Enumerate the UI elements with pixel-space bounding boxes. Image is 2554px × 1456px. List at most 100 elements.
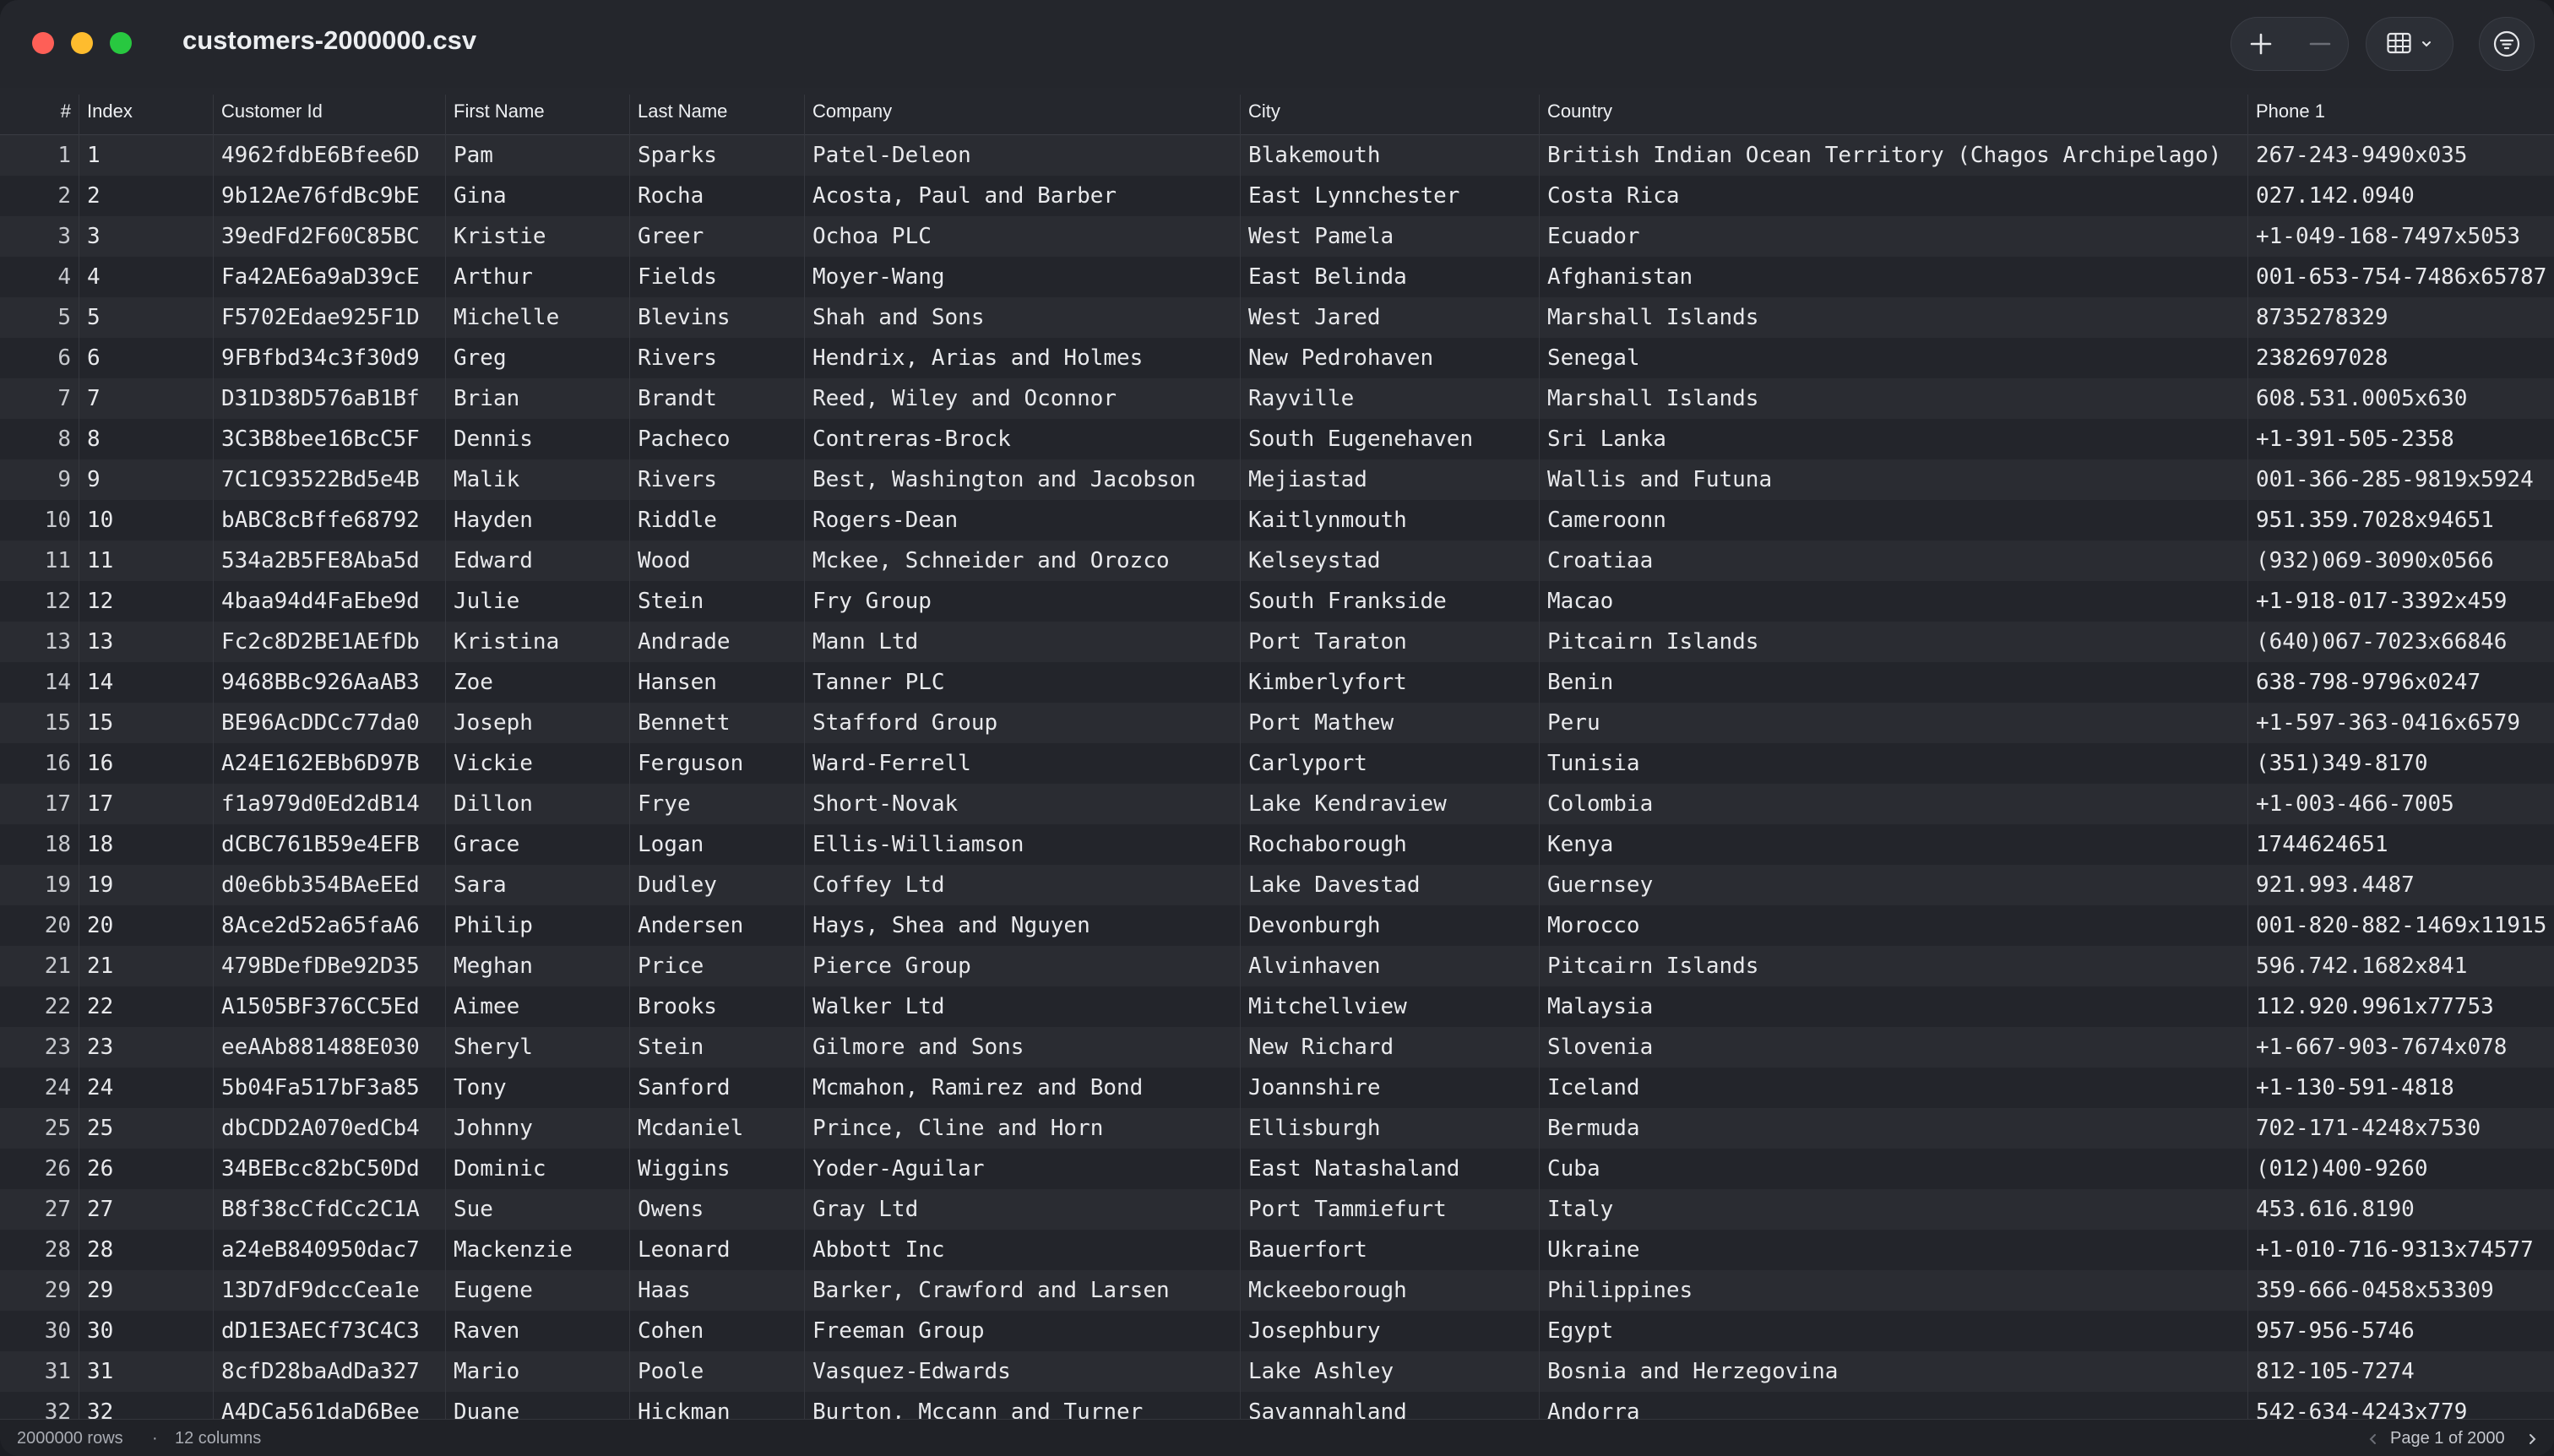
customer-id-cell[interactable]: A4DCa561daD6Bee [214,1392,446,1419]
row-number[interactable]: 27 [0,1189,78,1230]
phone-cell[interactable]: +1-597-363-0416x6579 [2248,703,2554,743]
city-cell[interactable]: Port Mathew [1241,703,1540,743]
index-cell[interactable]: 3 [79,216,213,257]
index-cell[interactable]: 23 [79,1027,213,1068]
last-name-cell[interactable]: Greer [630,216,805,257]
company-cell[interactable]: Pierce Group [805,946,1241,986]
row-number[interactable]: 18 [0,824,78,865]
phone-cell[interactable]: 112.920.9961x77753 [2248,986,2554,1027]
table-row[interactable]: 4 4 Fa42AE6a9aD39cE Arthur Fields Moyer-Wang E… [0,257,2554,297]
index-cell[interactable]: 30 [79,1311,213,1351]
company-cell[interactable]: Moyer-Wang [805,257,1241,297]
table-row[interactable]: 2 2 9b12Ae76fdBc9bE Gina Rocha Acosta, Paul a… [0,176,2554,216]
phone-cell[interactable]: 542-634-4243x779 [2248,1392,2554,1419]
company-cell[interactable]: Tanner PLC [805,662,1241,703]
country-cell[interactable]: Ukraine [1540,1230,2248,1270]
row-number[interactable]: 7 [0,378,78,419]
phone-cell[interactable]: 608.531.0005x630 [2248,378,2554,419]
column-header-rownum[interactable]: # [0,88,78,135]
country-cell[interactable]: Afghanistan [1540,257,2248,297]
company-cell[interactable]: Yoder-Aguilar [805,1149,1241,1189]
table-row[interactable]: 15 15 BE96AcDDCc77da0 Joseph Bennett Stafford… [0,703,2554,743]
index-cell[interactable]: 14 [79,662,213,703]
city-cell[interactable]: South Frankside [1241,581,1540,622]
last-name-cell[interactable]: Frye [630,784,805,824]
first-name-cell[interactable]: Dennis [446,419,630,459]
first-name-cell[interactable]: Mario [446,1351,630,1392]
city-cell[interactable]: Lake Ashley [1241,1351,1540,1392]
company-cell[interactable]: Fry Group [805,581,1241,622]
company-cell[interactable]: Best, Washington and Jacobson [805,459,1241,500]
phone-cell[interactable]: 638-798-9796x0247 [2248,662,2554,703]
phone-cell[interactable]: 921.993.4487 [2248,865,2554,905]
country-cell[interactable]: Pitcairn Islands [1540,946,2248,986]
country-cell[interactable]: Cuba [1540,1149,2248,1189]
country-cell[interactable]: Peru [1540,703,2248,743]
last-name-cell[interactable]: Cohen [630,1311,805,1351]
company-cell[interactable]: Freeman Group [805,1311,1241,1351]
index-cell[interactable]: 10 [79,500,213,541]
customer-id-cell[interactable]: 4962fdbE6Bfee6D [214,135,446,176]
first-name-cell[interactable]: Johnny [446,1108,630,1149]
row-number[interactable]: 22 [0,986,78,1027]
index-cell[interactable]: 11 [79,541,213,581]
country-cell[interactable]: Pitcairn Islands [1540,622,2248,662]
phone-cell[interactable]: 702-171-4248x7530 [2248,1108,2554,1149]
row-number[interactable]: 1 [0,135,78,176]
first-name-cell[interactable]: Julie [446,581,630,622]
last-name-cell[interactable]: Ferguson [630,743,805,784]
index-cell[interactable]: 29 [79,1270,213,1311]
table-row[interactable]: 6 6 9FBfbd34c3f30d9 Greg Rivers Hendrix, Aria… [0,338,2554,378]
country-cell[interactable]: Senegal [1540,338,2248,378]
row-number[interactable]: 17 [0,784,78,824]
first-name-cell[interactable]: Dillon [446,784,630,824]
first-name-cell[interactable]: Arthur [446,257,630,297]
phone-cell[interactable]: (932)069-3090x0566 [2248,541,2554,581]
first-name-cell[interactable]: Edward [446,541,630,581]
country-cell[interactable]: Marshall Islands [1540,378,2248,419]
company-cell[interactable]: Ellis-Williamson [805,824,1241,865]
column-header-city[interactable]: City [1241,88,1540,135]
index-cell[interactable]: 12 [79,581,213,622]
table-row[interactable]: 16 16 A24E162EBb6D97B Vickie Ferguson Ward-Fe… [0,743,2554,784]
city-cell[interactable]: Port Tammiefurt [1241,1189,1540,1230]
city-cell[interactable]: Bauerfort [1241,1230,1540,1270]
city-cell[interactable]: Kimberlyfort [1241,662,1540,703]
phone-cell[interactable]: +1-667-903-7674x078 [2248,1027,2554,1068]
row-number[interactable]: 15 [0,703,78,743]
last-name-cell[interactable]: Haas [630,1270,805,1311]
first-name-cell[interactable]: Sheryl [446,1027,630,1068]
country-cell[interactable]: Andorra [1540,1392,2248,1419]
index-cell[interactable]: 26 [79,1149,213,1189]
phone-cell[interactable]: +1-049-168-7497x5053 [2248,216,2554,257]
row-number[interactable]: 25 [0,1108,78,1149]
index-cell[interactable]: 15 [79,703,213,743]
prev-page-button[interactable] [2361,1420,2385,1456]
last-name-cell[interactable]: Wiggins [630,1149,805,1189]
company-cell[interactable]: Hays, Shea and Nguyen [805,905,1241,946]
table-row[interactable]: 21 21 479BDefDBe92D35 Meghan Price Pierce Gro… [0,946,2554,986]
country-cell[interactable]: Kenya [1540,824,2248,865]
country-cell[interactable]: Slovenia [1540,1027,2248,1068]
country-cell[interactable]: Morocco [1540,905,2248,946]
index-cell[interactable]: 16 [79,743,213,784]
maximize-window-button[interactable] [110,32,132,54]
row-number[interactable]: 8 [0,419,78,459]
last-name-cell[interactable]: Stein [630,581,805,622]
city-cell[interactable]: Kelseystad [1241,541,1540,581]
phone-cell[interactable]: (012)400-9260 [2248,1149,2554,1189]
phone-cell[interactable]: 951.359.7028x94651 [2248,500,2554,541]
index-cell[interactable]: 20 [79,905,213,946]
customer-id-cell[interactable]: Fc2c8D2BE1AEfDb [214,622,446,662]
country-cell[interactable]: Sri Lanka [1540,419,2248,459]
city-cell[interactable]: Devonburgh [1241,905,1540,946]
first-name-cell[interactable]: Kristina [446,622,630,662]
city-cell[interactable]: Carlyport [1241,743,1540,784]
table-row[interactable]: 20 20 8Ace2d52a65faA6 Philip Andersen Hays, S… [0,905,2554,946]
customer-id-cell[interactable]: 39edFd2F60C85BC [214,216,446,257]
city-cell[interactable]: Ellisburgh [1241,1108,1540,1149]
company-cell[interactable]: Gray Ltd [805,1189,1241,1230]
row-number[interactable]: 13 [0,622,78,662]
customer-id-cell[interactable]: dD1E3AECf73C4C3 [214,1311,446,1351]
first-name-cell[interactable]: Duane [446,1392,630,1419]
